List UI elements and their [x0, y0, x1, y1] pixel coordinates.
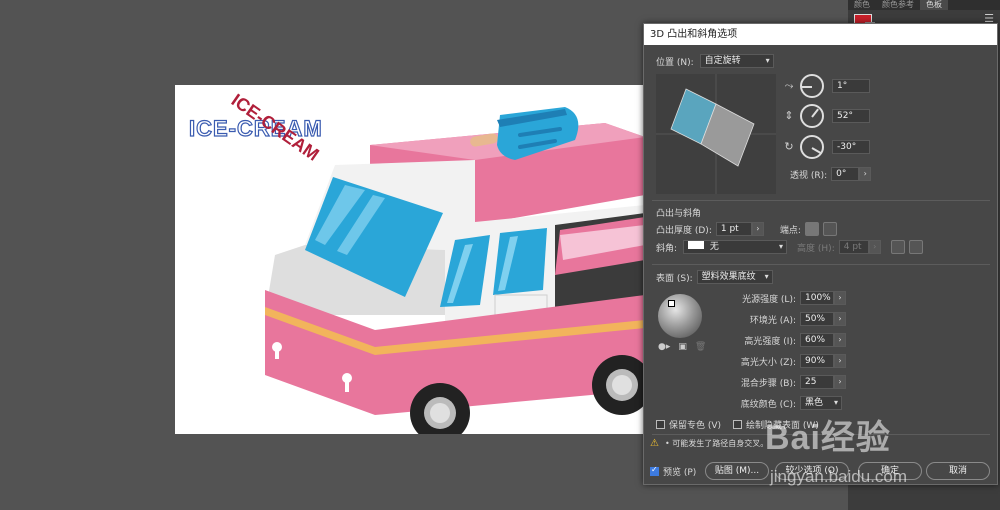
watermark-url: jingyan.baidu.com	[770, 467, 908, 486]
surface-select-value: 塑料效果底纹	[701, 272, 756, 282]
light-intensity-input[interactable]: 100%	[800, 291, 834, 305]
rotate-x-icon: ⤳	[784, 79, 794, 92]
bevel-out-icon[interactable]	[890, 240, 905, 254]
bevel-select[interactable]: 无 ▾	[683, 240, 788, 254]
height-input[interactable]: 4 pt	[838, 240, 869, 254]
cap-on-icon[interactable]	[804, 222, 819, 236]
rotate-z-input[interactable]: -30°	[832, 140, 870, 154]
blend-steps-label: 混合步骤 (B):	[740, 378, 796, 389]
extrude-section-title: 凸出与斜角	[656, 209, 702, 219]
chevron-down-icon: ▾	[764, 272, 769, 281]
surface-label: 表面 (S):	[656, 273, 693, 284]
height-label: 高度 (H):	[797, 243, 835, 254]
highlight-size-label: 高光大小 (Z):	[740, 357, 796, 368]
cap-off-icon[interactable]	[822, 222, 837, 236]
position-label: 位置 (N):	[656, 57, 694, 68]
cube-graphic	[656, 74, 776, 194]
rotation-cube-preview[interactable]	[656, 74, 776, 194]
ice-cream-truck-illustration: ICE-CREAM ICE-CREAM	[188, 90, 645, 434]
position-select-value: 自定旋转	[704, 56, 741, 66]
cancel-button[interactable]: 取消	[926, 462, 990, 480]
lighting-sphere[interactable]	[658, 294, 702, 338]
extrude-depth-input[interactable]: 1 pt	[715, 222, 752, 236]
rotate-y-input[interactable]: 52°	[832, 109, 870, 123]
bevel-in-icon[interactable]	[908, 240, 923, 254]
chevron-down-icon: ▾	[833, 398, 838, 407]
rotate-y-dial[interactable]	[800, 104, 824, 128]
highlight-intensity-arrow-button[interactable]: ›	[834, 333, 846, 347]
tab-color[interactable]: 颜色	[848, 0, 876, 10]
blend-steps-arrow-button[interactable]: ›	[834, 375, 846, 389]
highlight-size-arrow-button[interactable]: ›	[834, 354, 846, 368]
perspective-input[interactable]: 0°	[831, 167, 860, 181]
blend-steps-input[interactable]: 25	[800, 375, 834, 389]
dialog-title: 3D 凸出和斜角选项	[644, 24, 997, 45]
trash-icon[interactable]: 🗑	[695, 342, 706, 352]
shading-color-label: 底纹颜色 (C):	[740, 399, 796, 410]
divider	[652, 264, 990, 265]
ambient-input[interactable]: 50%	[800, 312, 834, 326]
position-select[interactable]: 自定旋转 ▾	[699, 54, 774, 68]
height-arrow-button[interactable]: ›	[868, 240, 881, 254]
ambient-label: 环境光 (A):	[749, 315, 796, 326]
extrude-depth-arrow-button[interactable]: ›	[751, 222, 764, 236]
shading-color-value: 黑色	[805, 398, 824, 408]
draw-hidden-checkbox[interactable]	[733, 420, 743, 429]
new-light-icon[interactable]: ▣	[678, 342, 687, 352]
preserve-spot-label: 保留专色 (V)	[669, 421, 722, 431]
rotate-z-dial[interactable]	[800, 135, 824, 159]
light-intensity-arrow-button[interactable]: ›	[834, 291, 846, 305]
extrude-depth-label: 凸出厚度 (D):	[656, 225, 712, 236]
bevel-select-value: 无	[709, 242, 719, 252]
panel-tabs: 颜色 颜色参考 色板	[848, 0, 1000, 10]
preview-checkbox[interactable]	[650, 465, 659, 476]
divider	[652, 200, 990, 201]
tab-swatches[interactable]: 色板	[920, 0, 948, 10]
tab-color-guide[interactable]: 颜色参考	[876, 0, 920, 10]
perspective-label: 透视 (R):	[790, 170, 828, 181]
chevron-down-icon: ▾	[765, 56, 770, 65]
chevron-down-icon: ▾	[779, 242, 784, 251]
shading-color-select[interactable]: 黑色 ▾	[800, 396, 842, 410]
highlight-size-input[interactable]: 90%	[800, 354, 834, 368]
move-light-back-icon[interactable]: ●▸	[658, 342, 670, 352]
light-intensity-label: 光源强度 (L):	[742, 294, 796, 305]
rotate-y-icon: ⇕	[784, 109, 794, 122]
map-button[interactable]: 贴图 (M)...	[705, 462, 769, 480]
bevel-label: 斜角:	[656, 243, 678, 254]
highlight-intensity-label: 高光强度 (I):	[744, 336, 796, 347]
cap-label: 端点:	[779, 225, 801, 236]
perspective-arrow-button[interactable]: ›	[859, 167, 872, 181]
warning-icon: ⚠	[650, 438, 659, 449]
preview-label: 预览 (P)	[663, 468, 697, 478]
light-source-handle[interactable]	[668, 300, 675, 307]
highlight-intensity-input[interactable]: 60%	[800, 333, 834, 347]
preserve-spot-checkbox[interactable]	[656, 420, 665, 429]
watermark-brand: Bai经验	[765, 419, 891, 457]
warning-text: • 可能发生了路径自身交叉。	[664, 439, 769, 448]
artboard: ICE-CREAM ICE-CREAM	[175, 85, 645, 434]
rotate-x-dial[interactable]	[800, 74, 824, 98]
bevel-swatch-icon	[688, 241, 705, 249]
rotate-z-icon: ↻	[784, 140, 794, 153]
ambient-arrow-button[interactable]: ›	[834, 312, 846, 326]
rotate-x-input[interactable]: 1°	[832, 79, 870, 93]
surface-select[interactable]: 塑料效果底纹 ▾	[696, 270, 773, 284]
